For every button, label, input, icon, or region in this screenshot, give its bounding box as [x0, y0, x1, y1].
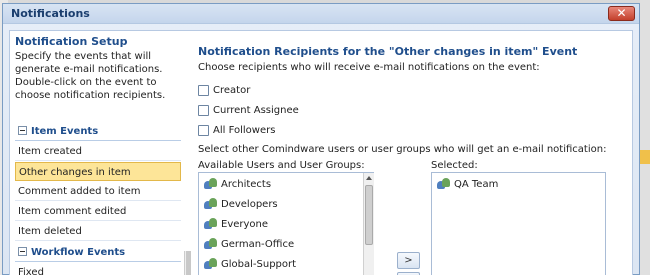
workflow-events-label: Workflow Events: [31, 247, 126, 258]
notifications-dialog: Notifications ✕ Notification Setup Speci…: [2, 3, 640, 275]
user-group-icon: [204, 178, 218, 190]
item-events-header[interactable]: Item Events: [15, 122, 181, 141]
followers-checkbox[interactable]: [198, 124, 209, 136]
events-scrollbar[interactable]: [184, 251, 191, 275]
close-button[interactable]: ✕: [608, 6, 635, 21]
dialog-titlebar: Notifications ✕: [3, 4, 639, 24]
select-other-text: Select other Comindware users or user gr…: [198, 144, 607, 155]
event-item-created[interactable]: Item created: [15, 142, 181, 161]
selected-users-list[interactable]: QA Team: [431, 172, 606, 275]
list-item[interactable]: Architects: [204, 175, 271, 195]
recipients-title: Notification Recipients for the "Other c…: [198, 45, 578, 58]
collapse-icon: [18, 126, 27, 135]
event-comment-edited[interactable]: Item comment edited: [15, 202, 181, 221]
user-group-icon: [204, 218, 218, 230]
close-icon: ✕: [616, 6, 627, 20]
list-item[interactable]: QA Team: [437, 175, 498, 195]
user-group-icon: [437, 178, 451, 190]
event-comment-added[interactable]: Comment added to item: [15, 182, 181, 201]
workflow-events-header[interactable]: Workflow Events: [15, 243, 181, 262]
list-item[interactable]: Global-Support: [204, 255, 296, 275]
event-fixed[interactable]: Fixed: [15, 263, 181, 275]
event-item-other-changes[interactable]: Other changes in item: [15, 162, 181, 181]
list-item[interactable]: German-Office: [204, 235, 294, 255]
available-scrollbar[interactable]: [363, 173, 374, 275]
background-page-right: [640, 0, 650, 275]
event-item-deleted[interactable]: Item deleted: [15, 222, 181, 241]
assignee-checkbox[interactable]: [198, 104, 209, 116]
followers-checkbox-row[interactable]: All Followers: [198, 124, 275, 138]
list-item[interactable]: Developers: [204, 195, 278, 215]
user-group-icon: [204, 198, 218, 210]
scroll-up-icon[interactable]: [366, 176, 372, 180]
creator-checkbox[interactable]: [198, 84, 209, 96]
assignee-label: Current Assignee: [213, 105, 299, 116]
collapse-icon: [18, 247, 27, 256]
list-item[interactable]: Everyone: [204, 215, 268, 235]
setup-description: Specify the events that will generate e-…: [15, 51, 166, 101]
dialog-title: Notifications: [11, 7, 90, 20]
add-selected-button[interactable]: >: [397, 252, 420, 269]
creator-checkbox-row[interactable]: Creator: [198, 84, 250, 98]
available-label: Available Users and User Groups:: [198, 160, 365, 171]
available-users-list[interactable]: Architects Developers Everyone German-Of…: [198, 172, 374, 275]
user-group-icon: [204, 258, 218, 270]
notification-setup-panel: Notification Setup Specify the events th…: [15, 35, 191, 275]
assignee-checkbox-row[interactable]: Current Assignee: [198, 104, 299, 118]
selected-label: Selected:: [431, 160, 478, 171]
creator-label: Creator: [213, 85, 251, 96]
item-events-label: Item Events: [31, 126, 99, 137]
user-group-icon: [204, 238, 218, 250]
dialog-body: Notification Setup Specify the events th…: [9, 30, 633, 275]
recipients-header: Notification Recipients for the "Other c…: [198, 35, 628, 73]
followers-label: All Followers: [213, 125, 276, 136]
recipients-subtitle: Choose recipients who will receive e-mai…: [198, 62, 540, 73]
scroll-thumb[interactable]: [365, 185, 373, 245]
setup-title: Notification Setup: [15, 35, 128, 48]
